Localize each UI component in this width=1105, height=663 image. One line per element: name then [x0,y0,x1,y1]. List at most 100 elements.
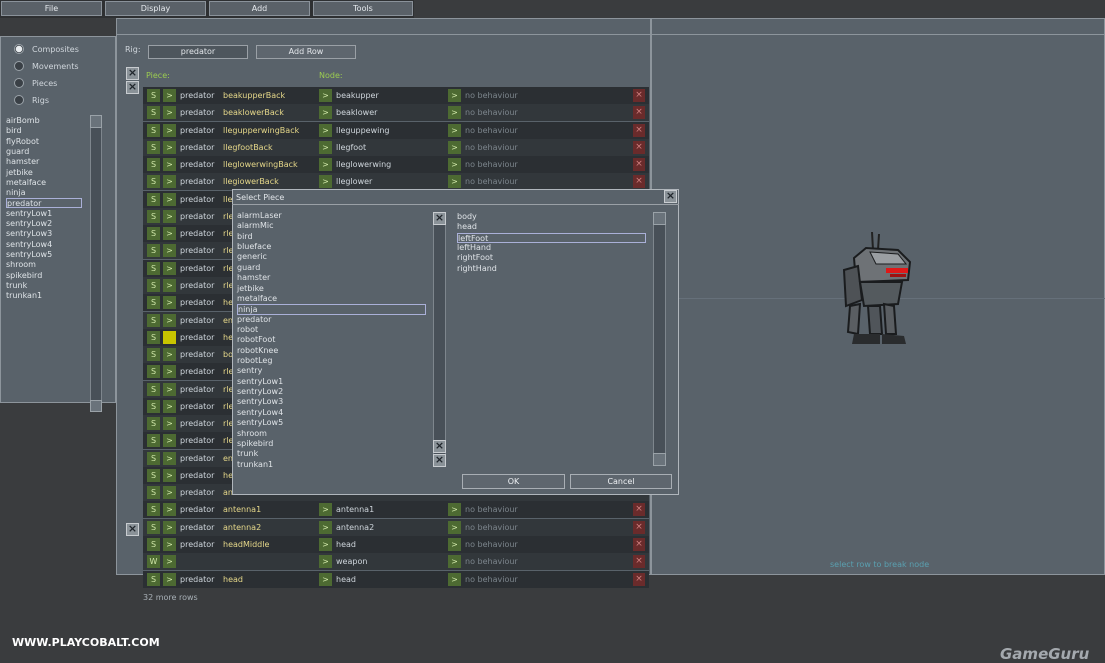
category-item[interactable]: blueface [237,242,271,252]
list-item[interactable]: flyRobot [6,137,39,147]
arrow-button[interactable]: > [163,330,176,344]
arrow-button[interactable]: > [163,278,176,292]
select-button[interactable]: S [147,278,160,292]
scroll-down-handle[interactable] [90,400,102,412]
list-item[interactable]: jetbike [6,168,33,178]
table-row[interactable]: W > > weapon > no behaviour × [143,553,649,571]
radio-1[interactable]: Movements [14,60,79,72]
delete-row-icon[interactable]: × [633,555,645,569]
arrow-button[interactable]: > [163,520,176,534]
arrow-button[interactable]: > [163,175,176,189]
node-arrow-button[interactable]: > [319,520,332,534]
select-button[interactable]: S [147,106,160,120]
list-item[interactable]: guard [6,147,29,157]
behaviour-arrow-button[interactable]: > [448,520,461,534]
behaviour-arrow-button[interactable]: > [448,503,461,517]
piece-item[interactable]: head [457,222,477,232]
category-item[interactable]: sentryLow5 [237,418,283,428]
close-icon[interactable]: × [664,190,677,203]
category-item[interactable]: sentryLow3 [237,397,283,407]
select-button[interactable]: S [147,503,160,517]
behaviour-arrow-button[interactable]: > [448,572,461,586]
table-row[interactable]: S > predator headMiddle > head > no behaviour × [143,536,649,554]
piece-item[interactable]: rightHand [457,264,497,274]
arrow-button[interactable]: > [163,451,176,465]
list-item[interactable]: shroom [6,260,36,270]
ok-button[interactable]: OK [462,474,565,489]
menu-tools[interactable]: Tools [313,1,413,16]
list-item[interactable]: sentryLow2 [6,219,52,229]
arrow-button[interactable]: > [163,434,176,448]
piece-scroll-down[interactable] [653,453,666,466]
select-button[interactable]: S [147,486,160,500]
delete-row-icon[interactable]: × [633,123,645,137]
category-item[interactable]: guard [237,263,260,273]
delete-row-icon[interactable]: × [633,158,645,172]
category-item[interactable]: predator [237,315,271,325]
arrow-button[interactable]: > [163,572,176,586]
select-button[interactable]: S [147,434,160,448]
arrow-button[interactable]: > [163,158,176,172]
arrow-button[interactable]: > [163,209,176,223]
select-button[interactable]: S [147,572,160,586]
select-button[interactable]: S [147,313,160,327]
select-button[interactable]: S [147,89,160,102]
table-row[interactable]: S > predator antenna2 > antenna2 > no behaviour… [143,518,649,536]
piece-scroll-up[interactable] [653,212,666,225]
piece-item[interactable]: leftFoot [457,232,646,244]
delete-row-icon[interactable]: × [633,140,645,154]
behaviour-arrow-button[interactable]: > [448,538,461,552]
piece-item[interactable]: leftHand [457,243,491,253]
delete-row-icon[interactable]: × [633,572,645,586]
select-button[interactable]: S [147,158,160,172]
radio-icon[interactable] [14,44,24,54]
list-item[interactable]: sentryLow5 [6,250,52,260]
select-button[interactable]: S [147,520,160,534]
table-row[interactable]: S > predator beaklowerBack > beaklower > no beh… [143,104,649,122]
list-item[interactable]: airBomb [6,116,40,126]
select-button[interactable]: S [147,192,160,206]
category-item[interactable]: generic [237,252,267,262]
delete-row-icon[interactable]: × [633,503,645,517]
radio-icon[interactable] [14,61,24,71]
arrow-button[interactable]: > [163,468,176,482]
piece-scrollbar[interactable] [653,212,666,466]
delete-row-icon[interactable]: × [633,520,645,534]
list-item[interactable]: predator [6,198,82,209]
select-button[interactable]: S [147,244,160,258]
category-item[interactable]: jetbike [237,284,264,294]
radio-icon[interactable] [14,95,24,105]
table-row[interactable]: S > predator lleglowerwingBack > lleglowerwin… [143,156,649,174]
list-item[interactable]: trunkan1 [6,291,42,301]
list-item[interactable]: bird [6,126,22,136]
category-item[interactable]: sentryLow2 [237,387,283,397]
arrow-button[interactable]: > [163,261,176,275]
select-button[interactable]: W [147,555,160,569]
select-button[interactable]: S [147,209,160,223]
select-button[interactable]: S [147,538,160,552]
arrow-button[interactable]: > [163,313,176,327]
category-item[interactable]: alarmLaser [237,211,282,221]
category-item[interactable]: alarmMic [237,221,274,231]
arrow-button[interactable]: > [163,417,176,431]
arrow-button[interactable]: > [163,486,176,500]
menu-file[interactable]: File [1,1,102,16]
delete-row-icon[interactable]: × [633,175,645,189]
select-button[interactable]: S [147,365,160,379]
arrow-button[interactable]: > [163,244,176,258]
select-button[interactable]: S [147,451,160,465]
rig-name-field[interactable]: predator [148,45,248,59]
radio-2[interactable]: Pieces [14,77,57,89]
behaviour-arrow-button[interactable]: > [448,158,461,172]
list-item[interactable]: sentryLow1 [6,209,52,219]
close-icon[interactable]: × [126,523,139,536]
select-button[interactable]: S [147,227,160,241]
node-arrow-button[interactable]: > [319,140,332,154]
table-row[interactable]: S > predator head > head > no behaviour × [143,570,649,588]
behaviour-arrow-button[interactable]: > [448,175,461,189]
arrow-button[interactable]: > [163,106,176,120]
delete-row-icon[interactable]: × [633,89,645,102]
arrow-button[interactable]: > [163,89,176,102]
category-item[interactable]: metalface [237,294,277,304]
piece-list-scrollbar[interactable] [433,212,446,466]
